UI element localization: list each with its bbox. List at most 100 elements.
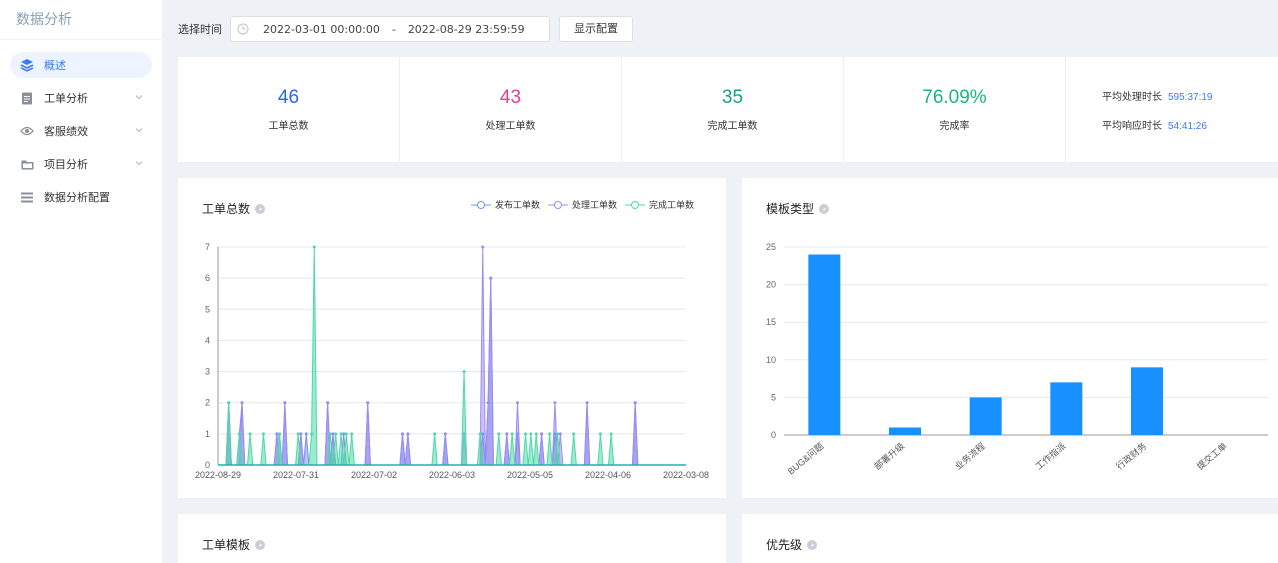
help-icon[interactable] [255, 539, 266, 550]
end-date-input[interactable]: 2022-08-29 23:59:59 [408, 23, 525, 36]
data-point [481, 245, 485, 249]
sidebar-item-label: 工单分析 [44, 92, 88, 105]
sidebar-item-label: 客服绩效 [44, 125, 88, 138]
y-tick-label: 5 [771, 392, 776, 402]
stat-label: 工单总数 [268, 121, 309, 132]
bar [969, 397, 1002, 435]
y-tick-label: 6 [205, 273, 210, 283]
bar [889, 427, 921, 435]
list-icon [20, 190, 34, 204]
layers-icon [20, 58, 34, 72]
ticket-total-card: 工单总数 发布工单数 处理工单数 完成工单数 0 1 2 3 4 5 6 7 2022-08-2… [178, 178, 726, 498]
data-point [275, 432, 279, 436]
data-point [331, 432, 335, 436]
data-point [339, 432, 343, 436]
stat-label: 完成率 [939, 121, 970, 132]
start-date-input[interactable]: 2022-03-01 00:00:00 [263, 23, 380, 36]
stat-value: 76.09% [922, 87, 987, 108]
time-filter-bar: 选择时间 2022-03-01 00:00:00 - 2022-08-29 23… [178, 16, 633, 42]
sidebar-item-overview[interactable]: 概述 [10, 52, 152, 78]
x-tick-label: 2022-08-29 [195, 470, 241, 480]
display-config-button[interactable]: 显示配置 [559, 16, 633, 42]
data-point [505, 432, 509, 436]
template-type-card: 模板类型 0 5 10 15 20 25 BUG&问题 部署升级 业务流程 工作指派 行政财务 提交工… [742, 178, 1278, 498]
sidebar-item-ticket-analysis[interactable]: 工单分析 [10, 85, 152, 111]
card-title: 优先级 [766, 536, 818, 553]
x-tick-label: 2022-07-02 [351, 470, 397, 480]
sidebar-item-service-performance[interactable]: 客服绩效 [10, 118, 152, 144]
x-tick-label: 行政财务 [1114, 440, 1149, 472]
card-title-text: 优先级 [766, 538, 803, 552]
data-point [462, 370, 466, 374]
chevron-down-icon [135, 95, 143, 100]
data-point [572, 432, 576, 436]
data-point [486, 401, 490, 405]
y-tick-label: 4 [205, 335, 210, 345]
sidebar-item-label: 概述 [44, 59, 66, 72]
data-point [227, 401, 231, 405]
data-point [433, 432, 437, 436]
data-point [310, 432, 314, 436]
data-point [548, 432, 552, 436]
data-point [326, 401, 330, 405]
data-point [342, 432, 346, 436]
x-tick-label: 2022-05-05 [507, 470, 553, 480]
data-point [278, 432, 282, 436]
x-tick-label: 工作指派 [1033, 440, 1068, 472]
chevron-down-icon [135, 161, 143, 166]
avg-processing-label: 平均处理时长 [1102, 91, 1162, 103]
y-tick-label: 2 [205, 398, 210, 408]
x-tick-label: 业务流程 [952, 440, 987, 472]
stat-value: 43 [499, 87, 522, 108]
data-point [556, 432, 560, 436]
data-point [497, 432, 501, 436]
data-point [240, 401, 244, 405]
data-point [261, 432, 265, 436]
data-point [328, 432, 332, 436]
data-point [510, 432, 514, 436]
y-tick-label: 10 [766, 355, 776, 365]
data-point [489, 276, 493, 280]
data-point [350, 432, 354, 436]
y-tick-label: 5 [205, 304, 210, 314]
stat-label: 完成工单数 [707, 121, 758, 132]
bar [808, 254, 841, 435]
sidebar-title: 数据分析 [0, 0, 162, 40]
sidebar-item-project-analysis[interactable]: 项目分析 [10, 151, 152, 177]
data-point [558, 432, 562, 436]
sidebar-item-analysis-config[interactable]: 数据分析配置 [10, 184, 152, 210]
data-point [237, 432, 241, 436]
avg-response-time: 平均响应时长 54:41:26 [1102, 117, 1207, 132]
data-point [478, 432, 482, 436]
stat-completed-tickets: 35 完成工单数 [622, 57, 844, 162]
ticket-total-line-chart: 0 1 2 3 4 5 6 7 2022-08-29 2022-07-31 2022-07-02 20… [195, 242, 709, 480]
bar [1050, 382, 1083, 435]
data-point [283, 401, 287, 405]
template-type-bar-chart: 0 5 10 15 20 25 BUG&问题 部署升级 业务流程 工作指派 行政财务 提交工单 [766, 242, 1268, 477]
help-icon[interactable] [807, 539, 818, 550]
x-tick-label: 部署升级 [872, 440, 907, 472]
data-point [312, 245, 316, 249]
data-point [516, 401, 520, 405]
y-tick-label: 25 [766, 242, 776, 252]
sidebar-item-label: 数据分析配置 [44, 191, 110, 204]
data-point [553, 401, 557, 405]
card-title-text: 工单模板 [202, 538, 251, 552]
stat-completion-rate: 76.09% 完成率 [844, 57, 1066, 162]
x-tick-label: BUG&问题 [785, 440, 825, 476]
stat-processed-tickets: 43 处理工单数 [400, 57, 622, 162]
avg-processing-time: 平均处理时长 595:37:19 [1102, 88, 1213, 103]
stat-label: 处理工单数 [485, 121, 536, 132]
series-area-1 [218, 247, 686, 465]
data-point [598, 432, 602, 436]
data-point [443, 432, 447, 436]
y-tick-label: 7 [205, 242, 210, 252]
x-tick-label: 2022-07-31 [273, 470, 319, 480]
series-line-1 [218, 246, 686, 466]
data-point [633, 401, 637, 405]
document-icon [20, 91, 34, 105]
date-range-picker[interactable]: 2022-03-01 00:00:00 - 2022-08-29 23:59:5… [230, 16, 550, 42]
data-point [366, 401, 370, 405]
card-title: 工单模板 [202, 536, 266, 553]
y-tick-label: 1 [205, 429, 210, 439]
